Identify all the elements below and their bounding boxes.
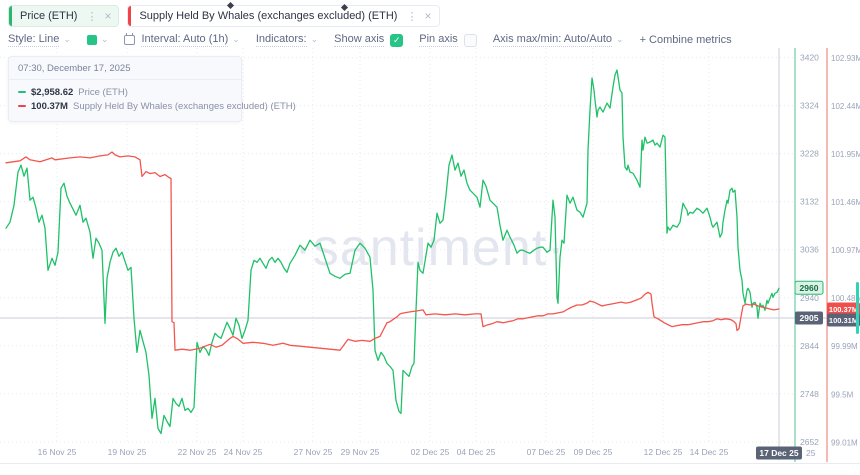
date-crosshair-badge: 17 Dec 25 [756, 447, 802, 460]
svg-text:101.95M: 101.95M [831, 150, 860, 159]
color-swatch-icon [87, 35, 97, 45]
svg-text:07 Dec 25: 07 Dec 25 [527, 447, 566, 457]
svg-text:100.31M: 100.31M [829, 316, 858, 325]
svg-text:29 Nov 25: 29 Nov 25 [341, 447, 380, 457]
supply-axis-labels: 102.93M 102.44M 101.95M 101.46M 100.97M 100.4… [831, 54, 860, 448]
pin-axis-toggle[interactable]: Pin axis [419, 33, 477, 47]
price-crosshair-badge: 2905 [795, 312, 823, 325]
svg-text:2905: 2905 [800, 313, 819, 323]
chevron-down-icon: ⌄ [63, 34, 71, 45]
svg-text:2748: 2748 [800, 389, 819, 399]
svg-text:22 Nov 25: 22 Nov 25 [178, 447, 217, 457]
santiment-chart-window: Price (ETH) ⋮ × Supply Held By Whales (e… [0, 0, 860, 475]
kebab-menu-icon[interactable]: ⋮ [86, 10, 97, 23]
svg-text:09 Dec 25: 09 Dec 25 [574, 447, 613, 457]
svg-text:02 Dec 25: 02 Dec 25 [411, 447, 450, 457]
metric-tabs: Price (ETH) ⋮ × Supply Held By Whales (e… [8, 5, 440, 27]
checkbox-checked-icon[interactable]: ✓ [390, 34, 403, 47]
svg-text:2844: 2844 [800, 341, 819, 351]
color-swatch-dropdown[interactable]: ⌄ [87, 35, 109, 46]
tab-price-eth[interactable]: Price (ETH) ⋮ × [8, 5, 119, 27]
svg-text:16 Nov 25: 16 Nov 25 [38, 447, 77, 457]
svg-text:3228: 3228 [800, 149, 819, 159]
tab-label: Supply Held By Whales (exchanges exclude… [139, 10, 397, 22]
svg-text:101.46M: 101.46M [831, 198, 860, 207]
chart-toolbar: Style: Line ⌄ ⌄ Interval: Auto (1h) ⌄ In… [8, 33, 732, 47]
series-marker-icon [18, 105, 26, 107]
svg-text:100.37M: 100.37M [829, 305, 858, 314]
svg-text:3036: 3036 [800, 245, 819, 255]
tooltip-timestamp: 07:30, December 17, 2025 [9, 57, 241, 80]
chevron-down-icon: ⌄ [232, 34, 240, 45]
svg-text:3132: 3132 [800, 197, 819, 207]
svg-text:2960: 2960 [800, 283, 819, 293]
svg-text:2652: 2652 [800, 437, 819, 447]
price-last-value-badge: 2960 [795, 281, 823, 294]
svg-text:100.48M: 100.48M [831, 294, 860, 303]
svg-text:25: 25 [806, 448, 816, 458]
svg-text:102.44M: 102.44M [831, 102, 860, 111]
tooltip-row-supply: 100.37M Supply Held By Whales (exchanges… [18, 100, 232, 114]
checkbox-unchecked-icon[interactable] [464, 34, 477, 47]
tab-accent-bar [9, 6, 12, 26]
kebab-menu-icon[interactable]: ⋮ [406, 10, 417, 23]
series-marker-icon [18, 91, 26, 93]
chevron-down-icon: ⌄ [101, 34, 109, 45]
svg-text:100.97M: 100.97M [831, 246, 860, 255]
tooltip-row-price: $2,958.62 Price (ETH) [18, 86, 232, 100]
svg-text:12 Dec 25: 12 Dec 25 [644, 447, 683, 457]
svg-text:3324: 3324 [800, 101, 819, 111]
chart-tooltip: 07:30, December 17, 2025 $2,958.62 Price… [8, 56, 242, 122]
svg-text:14 Dec 25: 14 Dec 25 [690, 447, 729, 457]
svg-text:99.99M: 99.99M [831, 342, 858, 351]
supply-crosshair-badge: 100.31M [827, 314, 860, 327]
svg-text:102.93M: 102.93M [831, 54, 860, 63]
svg-text:17 Dec 25: 17 Dec 25 [759, 448, 798, 458]
tab-label: Price (ETH) [20, 10, 77, 22]
svg-text:27 Nov 25: 27 Nov 25 [294, 447, 333, 457]
interval-dropdown[interactable]: Interval: Auto (1h) ⌄ [124, 33, 239, 47]
combine-metrics-button[interactable]: + Combine metrics [640, 34, 732, 46]
show-axis-toggle[interactable]: Show axis ✓ [334, 33, 403, 47]
calendar-icon [124, 35, 135, 45]
chevron-down-icon: ⌄ [616, 34, 624, 45]
chevron-down-icon: ⌄ [311, 34, 319, 45]
svg-text:3420: 3420 [800, 53, 819, 63]
price-axis-labels: 342033243228313230362940284427482652 [800, 53, 819, 447]
tab-supply-whales[interactable]: Supply Held By Whales (exchanges exclude… [127, 5, 439, 27]
svg-text:24 Nov 25: 24 Nov 25 [224, 447, 263, 457]
close-icon[interactable]: × [424, 9, 431, 23]
svg-text:99.01M: 99.01M [831, 438, 858, 447]
tab-accent-bar [128, 6, 131, 26]
style-dropdown[interactable]: Style: Line ⌄ [8, 33, 71, 47]
scroll-indicator[interactable] [856, 282, 859, 334]
close-icon[interactable]: × [104, 9, 111, 23]
svg-text:04 Dec 25: 04 Dec 25 [457, 447, 496, 457]
axis-maxmin-dropdown[interactable]: Axis max/min: Auto/Auto ⌄ [493, 33, 624, 47]
date-axis-labels: 16 Nov 25 19 Nov 25 22 Nov 25 24 Nov 25 27 N… [38, 447, 816, 458]
indicators-dropdown[interactable]: Indicators: ⌄ [256, 33, 318, 47]
svg-text:19 Nov 25: 19 Nov 25 [108, 447, 147, 457]
svg-text:99.5M: 99.5M [831, 390, 854, 399]
